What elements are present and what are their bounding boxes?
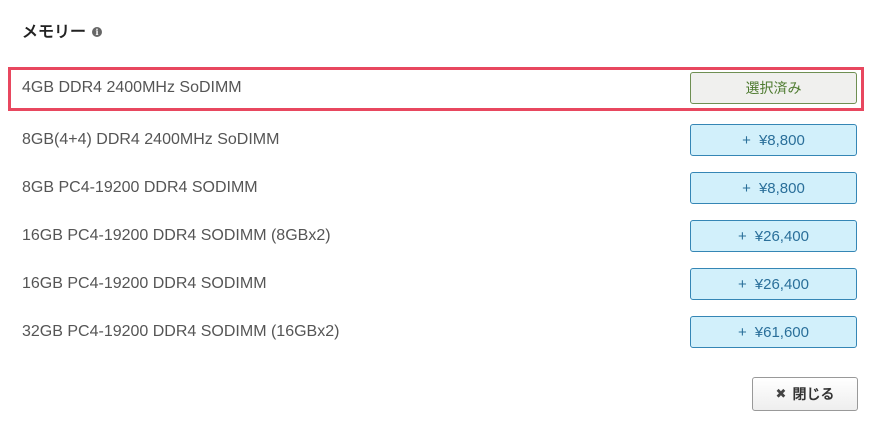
price-label: ¥8,800 xyxy=(758,179,805,197)
option-label: 4GB DDR4 2400MHz SoDIMM xyxy=(22,79,242,96)
add-option-button[interactable]: + ¥61,600 xyxy=(690,316,857,348)
selected-button[interactable]: 選択済み xyxy=(690,72,857,104)
option-row-selected: 4GB DDR4 2400MHz SoDIMM 選択済み xyxy=(8,67,864,111)
close-button[interactable]: ✖ 閉じる xyxy=(752,377,858,411)
option-row: 32GB PC4-19200 DDR4 SODIMM (16GBx2) + ¥6… xyxy=(8,311,864,355)
section-title: メモリー xyxy=(22,22,87,41)
price-label: ¥61,600 xyxy=(754,323,809,341)
close-icon: ✖ xyxy=(775,386,787,402)
plus-sign: + xyxy=(738,323,747,341)
option-row: 8GB PC4-19200 DDR4 SODIMM + ¥8,800 xyxy=(8,167,864,211)
plus-sign: + xyxy=(742,131,751,149)
option-label: 8GB(4+4) DDR4 2400MHz SoDIMM xyxy=(22,131,280,148)
option-label: 32GB PC4-19200 DDR4 SODIMM (16GBx2) xyxy=(22,323,340,340)
option-row: 16GB PC4-19200 DDR4 SODIMM (8GBx2) + ¥26… xyxy=(8,215,864,259)
price-label: ¥26,400 xyxy=(754,275,809,293)
plus-sign: + xyxy=(738,227,747,245)
option-label: 16GB PC4-19200 DDR4 SODIMM (8GBx2) xyxy=(22,227,331,244)
option-row: 16GB PC4-19200 DDR4 SODIMM + ¥26,400 xyxy=(8,263,864,307)
info-icon[interactable]: i xyxy=(92,27,103,37)
close-button-label: 閉じる xyxy=(792,387,835,403)
price-label: ¥26,400 xyxy=(754,227,809,245)
option-label: 8GB PC4-19200 DDR4 SODIMM xyxy=(22,179,258,196)
section-header: メモリー i xyxy=(22,18,103,42)
add-option-button[interactable]: + ¥8,800 xyxy=(690,172,857,204)
add-option-button[interactable]: + ¥26,400 xyxy=(690,268,857,300)
price-label: ¥8,800 xyxy=(758,131,805,149)
option-row: 8GB(4+4) DDR4 2400MHz SoDIMM + ¥8,800 xyxy=(8,119,864,163)
selected-button-label: 選択済み xyxy=(745,81,802,97)
plus-sign: + xyxy=(742,179,751,197)
option-label: 16GB PC4-19200 DDR4 SODIMM xyxy=(22,275,267,292)
add-option-button[interactable]: + ¥8,800 xyxy=(690,124,857,156)
plus-sign: + xyxy=(738,275,747,293)
add-option-button[interactable]: + ¥26,400 xyxy=(690,220,857,252)
